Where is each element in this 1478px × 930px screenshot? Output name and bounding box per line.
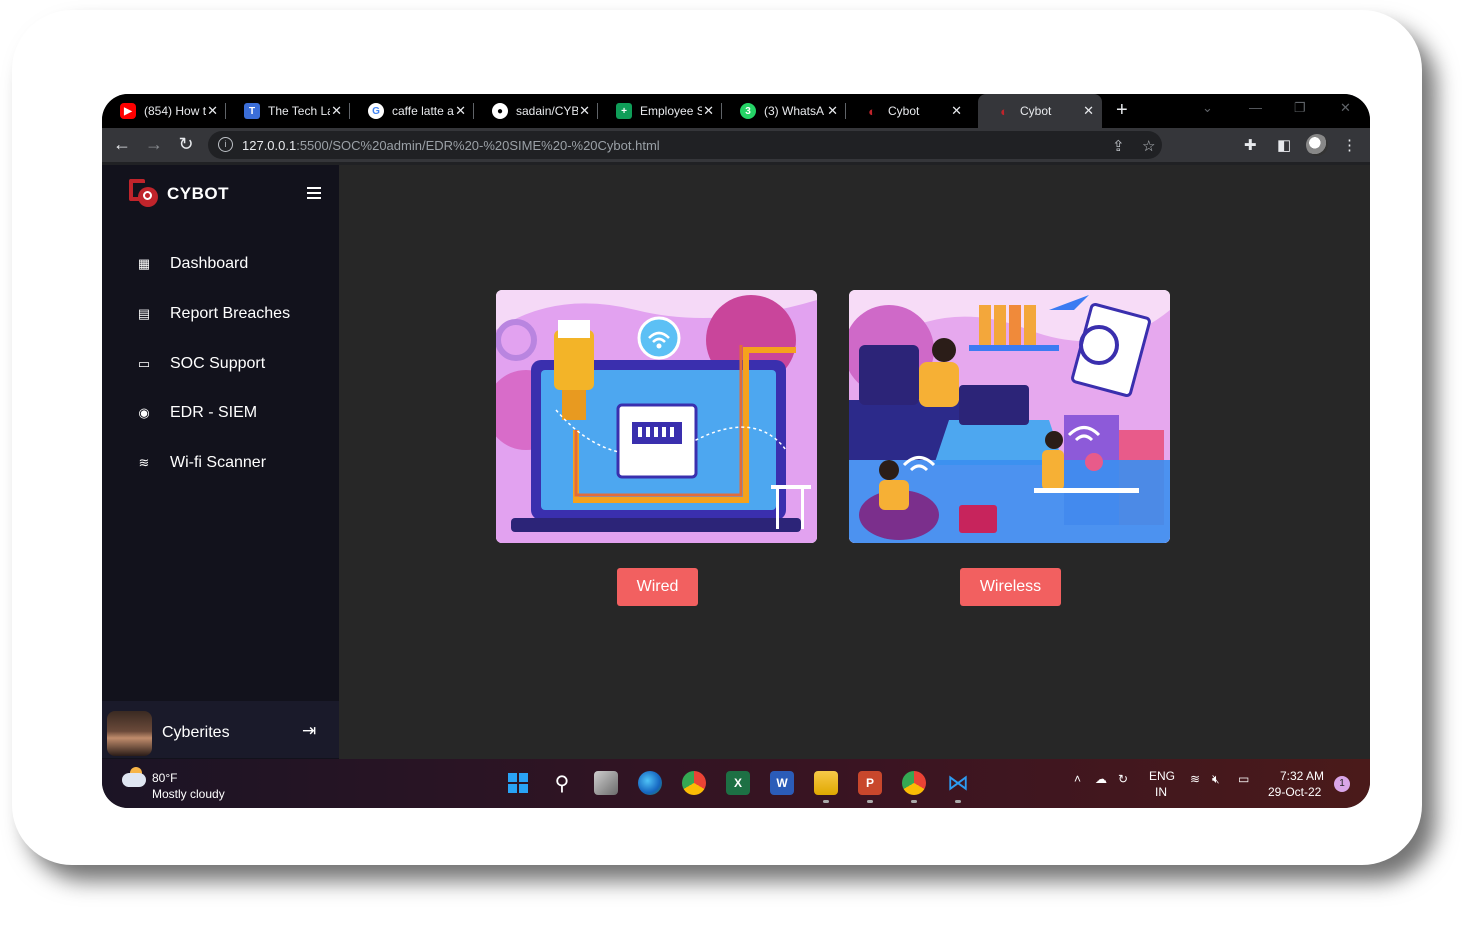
cloud-icon [122, 773, 146, 787]
close-tab-icon[interactable]: ✕ [331, 103, 342, 119]
dashboard-icon: ▦ [137, 256, 151, 271]
user-profile-bar: Cyberites ⇥ [102, 701, 339, 758]
extensions-icon[interactable]: ✚ [1244, 136, 1257, 154]
logout-icon[interactable]: ⇥ [302, 721, 316, 741]
report-icon: ▤ [137, 306, 151, 321]
address-bar[interactable]: i 127.0.0.1:5500/SOC%20admin/EDR%20-%20S… [208, 131, 1162, 159]
share-icon[interactable]: ⇪ [1112, 137, 1125, 155]
url-text[interactable]: 127.0.0.1:5500/SOC%20admin/EDR%20-%20SIM… [242, 138, 660, 153]
close-tab-icon[interactable]: ✕ [579, 103, 590, 119]
tab-cybot[interactable]: ◐ Cybot ✕ [846, 94, 970, 128]
word-icon[interactable]: W [770, 771, 794, 795]
sidebar-item-report-breaches[interactable]: ▤ Report Breaches [136, 305, 290, 323]
language-indicator[interactable]: ENG [1149, 769, 1175, 783]
cybot-icon: ◐ [868, 103, 876, 119]
sync-icon[interactable]: ↻ [1118, 772, 1128, 786]
tab-strip: ▶ (854) How t ✕ T The Tech La ✕ G caffe … [102, 94, 1370, 128]
browser-toolbar: ← → ↻ i 127.0.0.1:5500/SOC%20admin/EDR%2… [102, 128, 1370, 162]
reload-icon[interactable]: ↻ [174, 134, 198, 155]
browser-menu-icon[interactable]: ⋮ [1342, 136, 1357, 154]
chrome-active-icon[interactable] [902, 771, 926, 795]
cybot-icon: ◐ [1000, 103, 1008, 119]
new-tab-icon[interactable]: + [1116, 99, 1128, 122]
close-tab-icon[interactable]: ✕ [455, 103, 466, 119]
clock-time[interactable]: 7:32 AM [1280, 769, 1324, 783]
volume-muted-icon[interactable]: 🔇︎ [1212, 772, 1220, 787]
close-tab-icon[interactable]: ✕ [951, 103, 962, 119]
app-logo[interactable]: CYBOT [129, 179, 229, 209]
close-window-icon[interactable]: ✕ [1340, 100, 1351, 116]
tab-search-icon[interactable]: ⌄ [1202, 100, 1213, 116]
chevron-up-icon[interactable]: ˄ [1074, 772, 1081, 786]
edr-icon: ◉ [138, 405, 150, 420]
notification-badge[interactable]: 1 [1334, 776, 1350, 792]
sidebar: CYBOT ▦ Dashboard ▤ Report Breaches ▭ SO… [102, 165, 339, 759]
minimize-icon[interactable]: — [1249, 100, 1262, 115]
whatsapp-icon: 3 [740, 103, 756, 119]
bookmark-star-icon[interactable]: ☆ [1142, 137, 1155, 155]
wired-button[interactable]: Wired [617, 568, 698, 606]
tab-github[interactable]: ● sadain/CYB ✕ [474, 94, 598, 128]
sidebar-item-soc-support[interactable]: ▭ SOC Support [136, 355, 265, 373]
chrome-icon[interactable] [682, 771, 706, 795]
vscode-icon[interactable]: ⋈ [946, 771, 970, 795]
back-icon[interactable]: ← [110, 134, 134, 155]
tab-whatsapp[interactable]: 3 (3) WhatsA ✕ [722, 94, 846, 128]
wired-network-illustration [496, 290, 817, 543]
sidebar-item-edr-siem[interactable]: ◉ EDR - SIEM [136, 404, 257, 422]
menu-toggle-icon[interactable] [307, 187, 321, 202]
battery-icon[interactable]: ▭ [1238, 772, 1249, 786]
close-tab-icon[interactable]: ✕ [827, 103, 838, 119]
search-icon[interactable]: ⚲ [550, 771, 574, 795]
main-content: Wired Wireless [339, 165, 1370, 759]
youtube-icon: ▶ [120, 103, 136, 119]
user-name: Cyberites [162, 724, 230, 741]
forward-icon[interactable]: → [142, 134, 166, 155]
tab-youtube[interactable]: ▶ (854) How t ✕ [102, 94, 226, 128]
file-explorer-icon[interactable] [814, 771, 838, 795]
restore-icon[interactable]: ❐ [1294, 100, 1306, 116]
side-panel-icon[interactable]: ◧ [1277, 136, 1291, 154]
edge-icon[interactable] [638, 771, 662, 795]
techlab-icon: T [244, 103, 260, 119]
support-icon: ▭ [137, 356, 151, 371]
powerpoint-icon[interactable]: P [858, 771, 882, 795]
google-icon: G [368, 103, 384, 119]
avatar[interactable] [107, 711, 152, 756]
start-icon[interactable] [506, 771, 530, 795]
tab-cybot-active[interactable]: ◐ Cybot ✕ [978, 94, 1102, 128]
close-tab-icon[interactable]: ✕ [207, 103, 218, 119]
browser-window: ▶ (854) How t ✕ T The Tech La ✕ G caffe … [102, 94, 1370, 808]
profile-avatar[interactable] [1306, 134, 1328, 156]
wireless-button[interactable]: Wireless [960, 568, 1061, 606]
close-tab-icon[interactable]: ✕ [703, 103, 714, 119]
tab-techlab[interactable]: T The Tech La ✕ [226, 94, 350, 128]
excel-icon[interactable]: X [726, 771, 750, 795]
windows-taskbar: 80°F Mostly cloudy ⚲ X W P ⋈ ˄ ☁ ↻ ENG I… [102, 759, 1370, 808]
sidebar-item-wifi-scanner[interactable]: ≋ Wi-fi Scanner [136, 454, 266, 472]
wifi-icon: ≋ [138, 455, 150, 470]
github-icon: ● [492, 103, 508, 119]
wifi-tray-icon[interactable]: ≋ [1190, 772, 1200, 786]
wireless-network-illustration [849, 290, 1170, 543]
clock-date[interactable]: 29-Oct-22 [1268, 785, 1321, 799]
sheets-icon: + [616, 103, 632, 119]
close-tab-icon[interactable]: ✕ [1083, 103, 1094, 119]
tab-sheets[interactable]: + Employee S ✕ [598, 94, 722, 128]
task-view-icon[interactable] [594, 771, 618, 795]
tab-google[interactable]: G caffe latte a ✕ [350, 94, 474, 128]
sidebar-item-dashboard[interactable]: ▦ Dashboard [136, 255, 248, 273]
cybot-logo-icon [129, 179, 163, 209]
site-info-icon[interactable]: i [218, 137, 233, 152]
onedrive-cloud-icon[interactable]: ☁ [1095, 772, 1107, 786]
